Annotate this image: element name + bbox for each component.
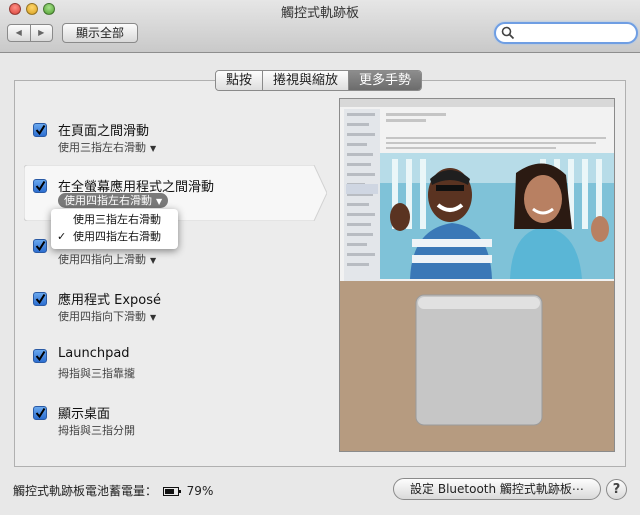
gesture-preview-image <box>339 98 615 452</box>
tab-scroll-and-zoom[interactable]: 捲視與縮放 <box>262 71 349 90</box>
battery-icon <box>162 487 181 496</box>
back-forward-control: ◀ ▶ <box>7 24 53 42</box>
checkmark-icon: ✓ <box>57 230 67 243</box>
gesture-option-popup[interactable]: 使用四指左右滑動 ▼ <box>58 193 169 208</box>
tab-more-gestures[interactable]: 更多手勢 <box>348 71 422 90</box>
menu-option-four-finger[interactable]: ✓ 使用四指左右滑動 <box>51 229 178 245</box>
menu-option-label: 使用四指左右滑動 <box>73 230 161 243</box>
gesture-title: 顯示桌面 <box>58 407 111 422</box>
checkmark-icon <box>35 350 46 362</box>
forward-button[interactable]: ▶ <box>29 25 53 41</box>
gesture-option-label: 使用四指向上滑動 <box>58 253 146 266</box>
search-field[interactable] <box>494 22 638 44</box>
checkmark-icon <box>35 180 46 192</box>
tab-point-and-click[interactable]: 點按 <box>216 71 263 90</box>
gesture-option-label: 使用三指左右滑動 <box>58 141 146 154</box>
checkbox-app-expose[interactable] <box>33 292 47 306</box>
gesture-option-popup[interactable]: 使用四指向上滑動 ▼ <box>58 251 156 267</box>
checkmark-icon <box>35 124 46 136</box>
checkbox-swipe-full-screen-apps[interactable] <box>33 179 47 193</box>
gesture-option-menu: 使用三指左右滑動 ✓ 使用四指左右滑動 <box>51 209 178 249</box>
help-button[interactable]: ? <box>606 479 627 500</box>
gesture-description: 拇指與三指分開 <box>58 424 135 437</box>
gesture-title: Launchpad <box>58 346 130 361</box>
chevron-down-icon: ▼ <box>156 197 163 206</box>
setup-bluetooth-trackpad-button[interactable]: 設定 Bluetooth 觸控式軌跡板⋯ <box>393 478 601 500</box>
chevron-down-icon: ▼ <box>150 144 157 153</box>
search-input[interactable] <box>516 25 632 43</box>
checkmark-icon <box>35 407 46 419</box>
preview-illustration <box>340 99 614 451</box>
battery-status: 觸控式軌跡板電池蓄電量： 79% <box>13 482 213 499</box>
title-bar: 觸控式軌跡板 ◀ ▶ 顯示全部 <box>0 0 640 53</box>
checkmark-icon <box>35 240 46 252</box>
menu-option-label: 使用三指左右滑動 <box>73 213 161 226</box>
chevron-down-icon: ▼ <box>150 256 157 265</box>
chevron-down-icon: ▼ <box>150 313 157 322</box>
window-title: 觸控式軌跡板 <box>280 6 359 21</box>
gesture-title: 應用程式 Exposé <box>58 293 162 308</box>
gesture-option-label: 使用四指左右滑動 <box>64 194 152 207</box>
checkbox-launchpad[interactable] <box>33 349 47 363</box>
show-all-button[interactable]: 顯示全部 <box>62 23 138 43</box>
checkbox-mission-control[interactable] <box>33 239 47 253</box>
back-button[interactable]: ◀ <box>8 25 30 41</box>
checkbox-swipe-between-pages[interactable] <box>33 123 47 137</box>
gesture-title: 在頁面之間滑動 <box>58 124 150 139</box>
checkmark-icon <box>35 293 46 305</box>
gesture-option-label: 使用四指向下滑動 <box>58 310 146 323</box>
menu-option-three-finger[interactable]: 使用三指左右滑動 <box>51 212 178 228</box>
battery-level: 79% <box>186 484 214 498</box>
gesture-option-popup[interactable]: 使用四指向下滑動 ▼ <box>58 308 156 324</box>
battery-label: 觸控式軌跡板電池蓄電量： <box>13 484 158 498</box>
checkbox-show-desktop[interactable] <box>33 406 47 420</box>
tab-bar: 點按 捲視與縮放 更多手勢 <box>215 70 423 91</box>
gesture-option-popup[interactable]: 使用三指左右滑動 ▼ <box>58 139 156 155</box>
magnifier-icon <box>501 26 515 40</box>
gesture-description: 拇指與三指靠攏 <box>58 367 135 380</box>
